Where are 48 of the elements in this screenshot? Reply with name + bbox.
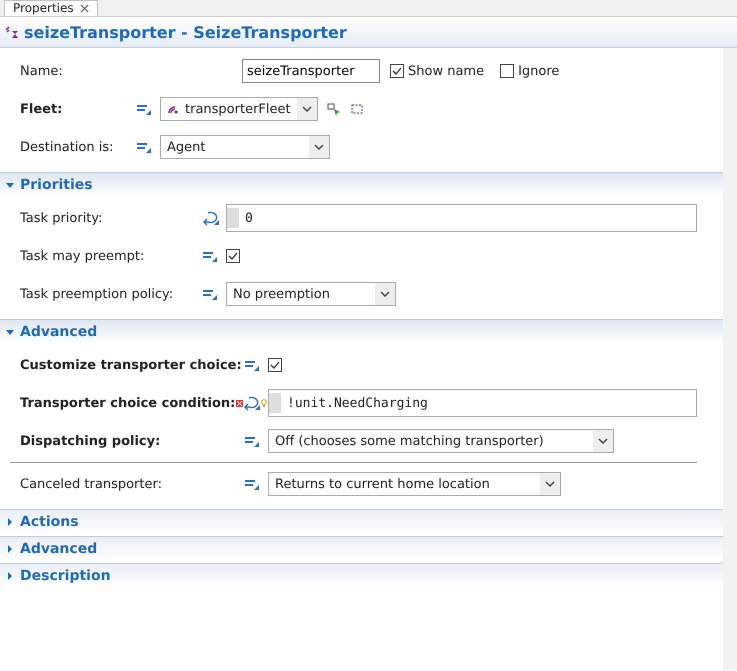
checkbox[interactable]	[226, 249, 240, 263]
static-value-icon[interactable]	[244, 358, 260, 372]
chevron-down-icon	[302, 106, 312, 112]
field-label: Task preemption policy:	[20, 286, 174, 302]
static-value-icon[interactable]	[136, 140, 152, 154]
static-value-icon[interactable]	[244, 477, 260, 491]
field-label: Task may preempt:	[20, 248, 146, 264]
field-label: Name:	[20, 64, 64, 78]
field-label: Dispatching policy:	[20, 434, 162, 448]
close-icon[interactable]	[80, 4, 89, 13]
field-label: Destination is:	[20, 140, 114, 154]
window-title: seizeTransporter - SeizeTransporter	[24, 22, 347, 42]
dropdown[interactable]: Agent	[160, 135, 330, 159]
section-header[interactable]: Priorities	[0, 172, 723, 197]
dropdown[interactable]: Off (chooses some matching transporter)	[268, 429, 614, 453]
code-field[interactable]: 0	[226, 204, 697, 232]
static-value-icon[interactable]	[244, 434, 260, 448]
dynamic-value-icon[interactable]	[202, 210, 220, 226]
transporter-icon	[4, 24, 20, 40]
check-icon	[228, 252, 238, 260]
lightbulb-icon	[261, 399, 267, 407]
check-icon	[270, 361, 280, 369]
check-icon	[392, 67, 402, 75]
name-field[interactable]: seizeTransporter	[242, 59, 380, 83]
field-label: Task priority:	[20, 210, 104, 226]
dashed-rectangle-icon[interactable]	[350, 102, 364, 116]
checkbox[interactable]	[268, 358, 282, 372]
static-value-icon[interactable]	[136, 102, 152, 116]
fleet-dropdown[interactable]: transporterFleet	[160, 97, 318, 121]
select-in-graph-icon[interactable]	[326, 101, 342, 117]
field-label: Transporter choice condition:	[20, 396, 236, 410]
chevron-down-icon	[598, 438, 608, 444]
chevron-down-icon	[545, 481, 556, 487]
dropdown[interactable]: No preemption	[226, 282, 396, 306]
static-value-icon[interactable]	[202, 287, 218, 301]
chevron-down-icon	[380, 291, 390, 297]
section-header[interactable]: Advanced	[0, 319, 723, 344]
properties-tab[interactable]: Properties	[4, 0, 98, 16]
field-label: Customize transporter choice:	[20, 358, 243, 372]
static-value-icon[interactable]	[202, 249, 218, 263]
field-label: Canceled transporter:	[20, 476, 163, 492]
field-label: Fleet:	[20, 102, 64, 116]
dropdown[interactable]: Returns to current home location	[268, 472, 562, 496]
dynamic-value-icon[interactable]	[243, 395, 261, 411]
checkbox-option[interactable]: Show name	[390, 64, 484, 78]
checkbox-option[interactable]: Ignore	[500, 64, 560, 78]
code-field[interactable]: !unit.NeedCharging	[268, 389, 697, 417]
chevron-down-icon	[314, 144, 324, 150]
